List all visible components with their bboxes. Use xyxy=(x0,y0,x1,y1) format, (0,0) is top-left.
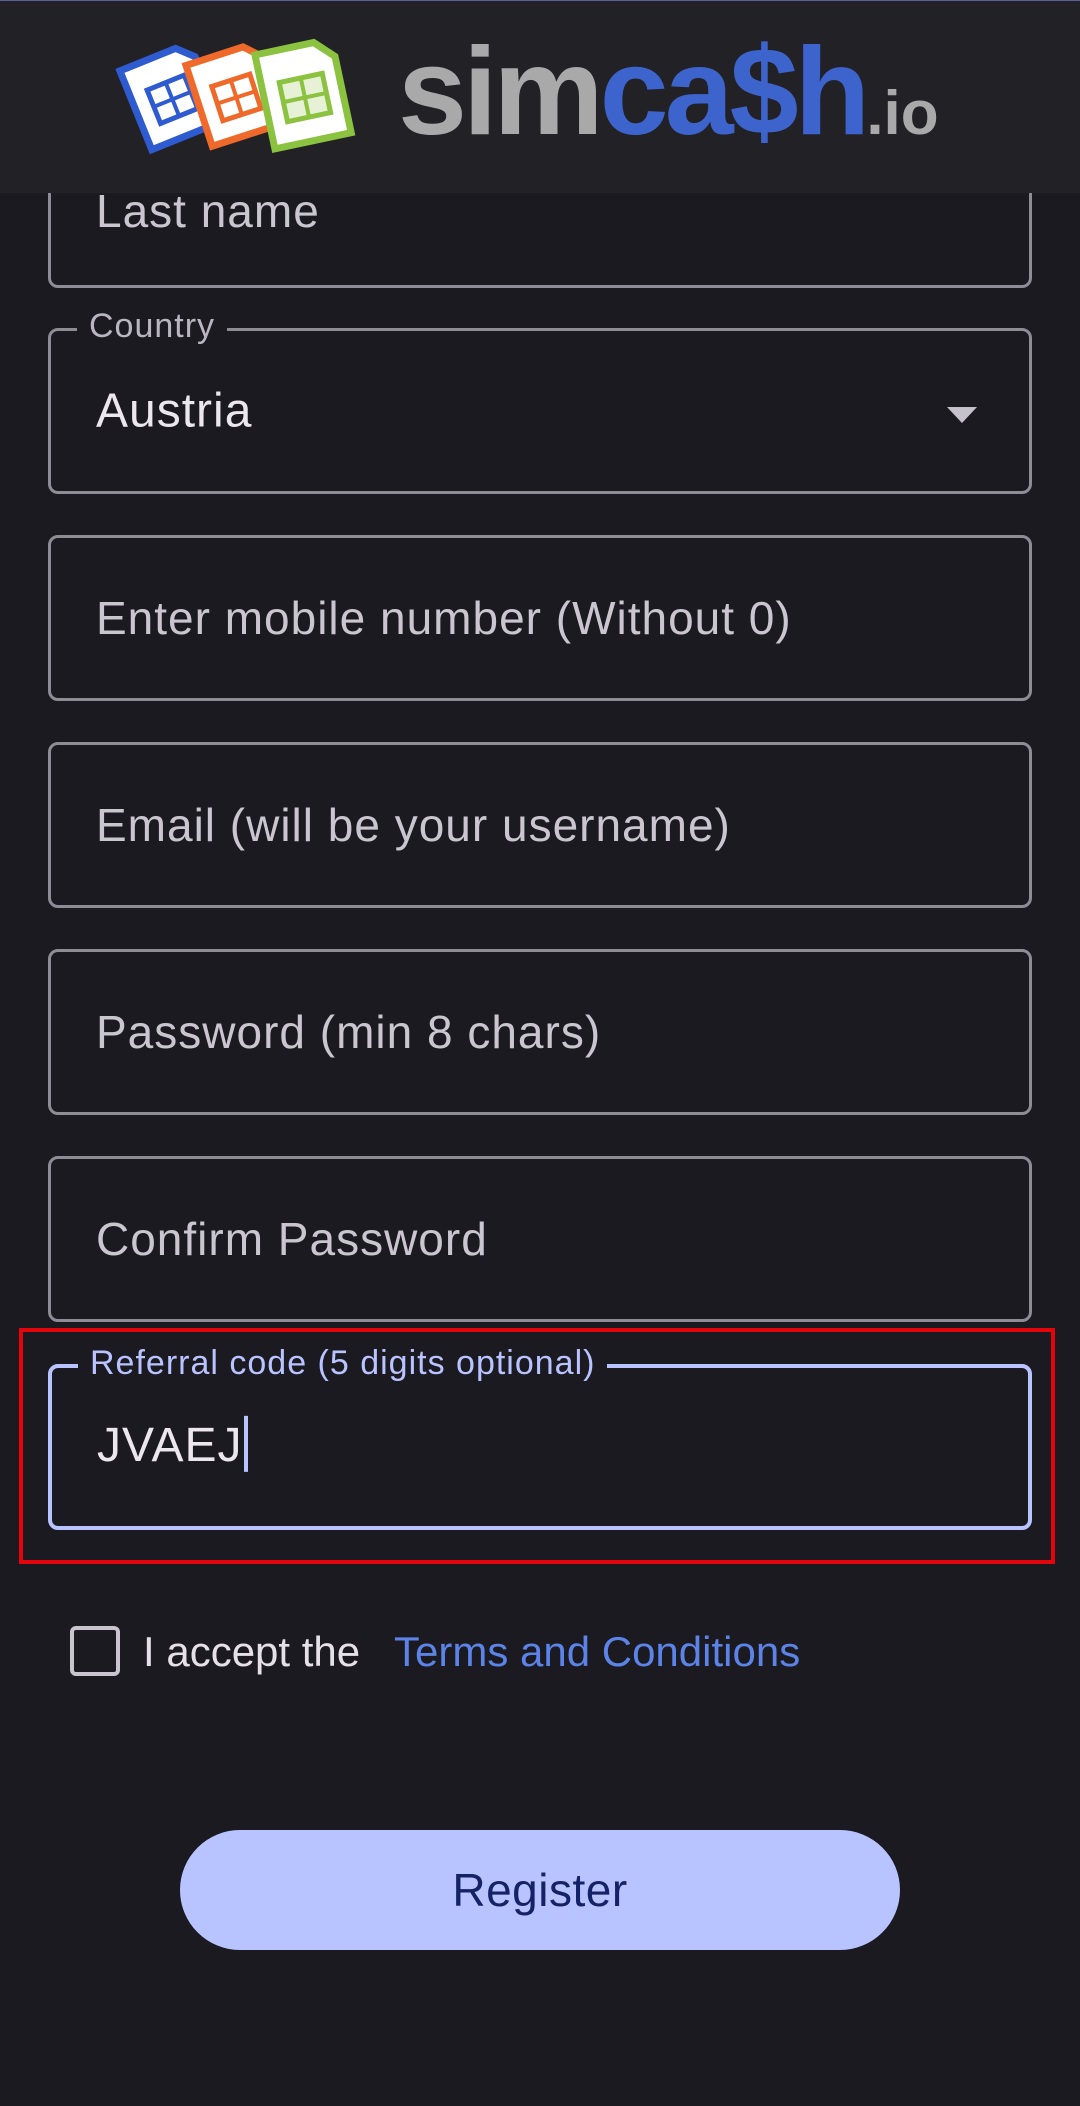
country-label: Country xyxy=(77,307,228,346)
app-header: sim ca$h .io xyxy=(0,0,1080,193)
mobile-number-input[interactable]: Enter mobile number (Without 0) xyxy=(48,535,1032,701)
highlight-box xyxy=(19,1328,1055,1564)
dropdown-arrow-icon[interactable] xyxy=(947,407,977,423)
brand-name-sim: sim xyxy=(398,23,604,161)
country-value: Austria xyxy=(96,384,253,438)
confirm-password-placeholder: Confirm Password xyxy=(96,1213,488,1265)
terms-prefix-text: I accept the xyxy=(143,1628,361,1675)
confirm-password-input[interactable]: Confirm Password xyxy=(48,1156,1032,1322)
email-input[interactable]: Email (will be your username) xyxy=(48,742,1032,908)
terms-and-conditions-link[interactable]: Terms and Conditions xyxy=(394,1626,800,1678)
email-placeholder: Email (will be your username) xyxy=(96,799,731,851)
terms-checkbox[interactable] xyxy=(70,1626,120,1676)
country-select[interactable]: Country Austria xyxy=(48,307,1032,494)
password-input[interactable]: Password (min 8 chars) xyxy=(48,949,1032,1115)
brand-name-io: .io xyxy=(866,79,939,148)
sim-cards-logo-icon xyxy=(115,38,356,155)
password-placeholder: Password (min 8 chars) xyxy=(96,1006,602,1058)
mobile-number-placeholder: Enter mobile number (Without 0) xyxy=(96,592,792,644)
brand-name-cash: ca$h xyxy=(599,23,871,161)
register-button[interactable]: Register xyxy=(180,1830,900,1950)
brand-logo-text: sim ca$h .io xyxy=(398,21,939,161)
